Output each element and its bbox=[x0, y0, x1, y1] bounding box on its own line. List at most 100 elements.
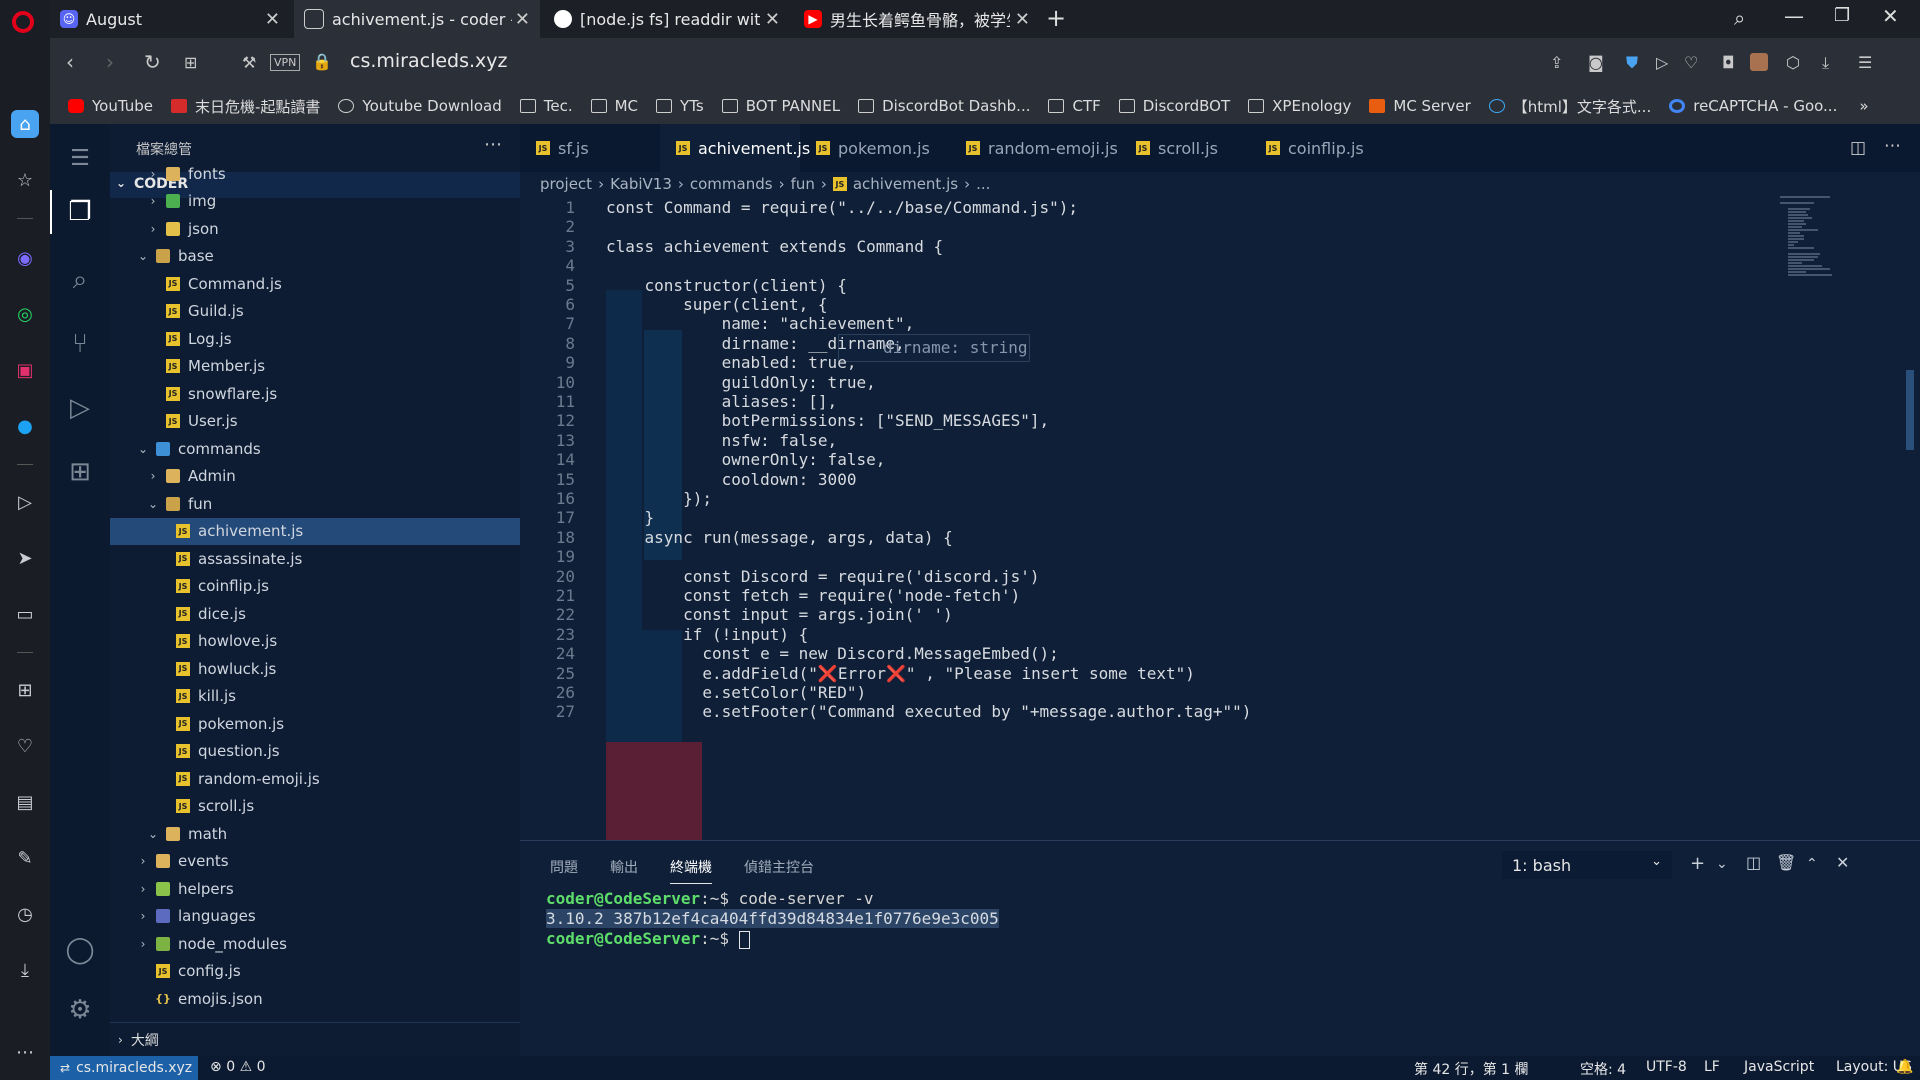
new-terminal-icon[interactable]: + bbox=[1690, 853, 1705, 874]
tree-item-admin[interactable]: › Admin bbox=[110, 463, 520, 490]
minimize-button[interactable]: — bbox=[1784, 4, 1804, 28]
tree-item-languages[interactable]: › languages bbox=[110, 903, 520, 930]
remote-indicator[interactable]: ⇄ cs.miracleds.xyz bbox=[50, 1056, 198, 1080]
more-actions-icon[interactable]: ⋯ bbox=[1884, 136, 1901, 156]
more-bookmarks-icon[interactable]: » bbox=[1859, 97, 1868, 115]
breadcrumb-item[interactable]: KabiV13 bbox=[610, 175, 672, 193]
heart-icon[interactable]: ♡ bbox=[1684, 53, 1698, 72]
minimap[interactable] bbox=[1780, 196, 1900, 286]
bookmark-folder-tec[interactable]: Tec. bbox=[519, 97, 573, 115]
tree-item-fonts[interactable]: › fonts bbox=[110, 160, 520, 187]
tree-item-member-js[interactable]: JS Member.js bbox=[110, 353, 520, 380]
menu-icon[interactable]: ☰ bbox=[62, 140, 98, 176]
editor-tab-sf[interactable]: JS sf.js bbox=[520, 124, 660, 172]
bookmark-folder-bot-pannel[interactable]: BOT PANNEL bbox=[721, 97, 840, 115]
send-icon[interactable]: ➤ bbox=[11, 544, 39, 572]
cursor-position[interactable]: 第 42 行，第 1 欄 bbox=[1414, 1059, 1529, 1079]
back-icon[interactable]: ‹ bbox=[66, 50, 74, 74]
problems-indicator[interactable]: ⊗ 0 ⚠ 0 bbox=[210, 1059, 266, 1075]
tree-item-fun[interactable]: ⌄ fun bbox=[110, 490, 520, 517]
restore-button[interactable]: ❐ bbox=[1834, 5, 1850, 26]
breadcrumb-item[interactable]: ... bbox=[976, 175, 990, 193]
tree-item-coinflip-js[interactable]: JS coinflip.js bbox=[110, 573, 520, 600]
code-editor[interactable]: 1 const Command = require("../../base/Com… bbox=[520, 196, 1920, 840]
bookmark-youtube-download[interactable]: Youtube Download bbox=[338, 97, 502, 115]
bookmark-mc-server[interactable]: MC Server bbox=[1369, 97, 1471, 115]
tree-item-achivement-js[interactable]: JS achivement.js bbox=[110, 517, 520, 545]
player-icon[interactable]: ▷ bbox=[11, 488, 39, 516]
tree-item-events[interactable]: › events bbox=[110, 848, 520, 875]
gear-icon[interactable]: ⚙ bbox=[62, 992, 98, 1028]
explorer-icon[interactable]: ❐ bbox=[62, 194, 98, 230]
shield-icon[interactable]: ⛊ bbox=[1626, 53, 1638, 73]
tree-item-pokemon-js[interactable]: JS pokemon.js bbox=[110, 710, 520, 737]
whatsapp-icon[interactable]: ◎ bbox=[11, 300, 39, 328]
tab-search-icon[interactable]: ⌕ bbox=[1734, 6, 1745, 30]
url-field[interactable]: cs.miracleds.xyz bbox=[350, 50, 508, 72]
language-mode[interactable]: JavaScript bbox=[1744, 1059, 1814, 1075]
tools-icon[interactable]: ⚒ bbox=[242, 53, 256, 72]
tab-terminal[interactable]: 終端機 bbox=[670, 857, 712, 884]
tab-output[interactable]: 輸出 bbox=[610, 857, 638, 877]
tree-item-user-js[interactable]: JS User.js bbox=[110, 408, 520, 435]
eol[interactable]: LF bbox=[1704, 1059, 1720, 1075]
more-icon[interactable]: ⋯ bbox=[11, 1038, 39, 1066]
trash-icon[interactable]: 🗑 bbox=[1776, 853, 1796, 872]
encoding[interactable]: UTF-8 bbox=[1646, 1059, 1687, 1075]
new-tab-button[interactable]: + bbox=[1046, 4, 1066, 32]
breadcrumb-item[interactable]: fun bbox=[791, 175, 815, 193]
tree-item-random-emoji-js[interactable]: JS random-emoji.js bbox=[110, 765, 520, 792]
more-actions-icon[interactable]: ⋯ bbox=[484, 134, 502, 155]
close-icon[interactable]: ✕ bbox=[765, 9, 780, 30]
scrollbar-thumb[interactable] bbox=[1906, 370, 1914, 450]
tree-item-howlove-js[interactable]: JS howlove.js bbox=[110, 628, 520, 655]
chevron-down-icon[interactable]: ⌄ bbox=[1716, 856, 1728, 872]
tab-problems[interactable]: 問題 bbox=[550, 857, 578, 877]
messenger-icon[interactable]: ◉ bbox=[11, 244, 39, 272]
maximize-panel-icon[interactable]: ⌃ bbox=[1806, 856, 1818, 872]
home-icon[interactable]: ⌂ bbox=[11, 110, 39, 138]
tree-item-json[interactable]: › json bbox=[110, 215, 520, 242]
editor-tab-random-emoji[interactable]: JS random-emoji.js bbox=[950, 124, 1120, 172]
tree-item-config-js[interactable]: JS config.js bbox=[110, 958, 520, 985]
reload-icon[interactable]: ↻ bbox=[144, 50, 161, 74]
close-icon[interactable]: ✕ bbox=[265, 9, 280, 30]
source-control-icon[interactable]: ⑂ bbox=[62, 326, 98, 362]
bookmark-qidian[interactable]: 末日危機-起點讀書 bbox=[171, 96, 320, 117]
opera-logo-icon[interactable] bbox=[12, 11, 34, 33]
editor-tab-scroll[interactable]: JS scroll.js bbox=[1120, 124, 1250, 172]
split-terminal-icon[interactable]: ◫ bbox=[1746, 853, 1761, 872]
tree-item-snowflare-js[interactable]: JS snowflare.js bbox=[110, 380, 520, 407]
tree-item-howluck-js[interactable]: JS howluck.js bbox=[110, 655, 520, 682]
news-icon[interactable]: ▤ bbox=[11, 788, 39, 816]
tree-item-helpers[interactable]: › helpers bbox=[110, 875, 520, 902]
editor-tab-coinflip[interactable]: JS coinflip.js bbox=[1250, 124, 1390, 172]
browser-tab-github[interactable]: [node.js fs] readdir with fi ✕ bbox=[544, 0, 790, 38]
extensions-icon[interactable]: ⊞ bbox=[62, 454, 98, 490]
close-panel-icon[interactable]: ✕ bbox=[1836, 853, 1849, 872]
browser-tab-youtube[interactable]: ▶ 男生长着鳄鱼骨骼，被学生 ✕ bbox=[794, 0, 1040, 38]
close-icon[interactable]: ✕ bbox=[1015, 9, 1030, 30]
vpn-badge[interactable]: VPN bbox=[270, 54, 301, 71]
bookmark-folder-yts[interactable]: YTs bbox=[656, 97, 704, 115]
downloads-icon[interactable]: ⤓ bbox=[11, 956, 39, 984]
bookmark-folder-discordbot[interactable]: DiscordBOT bbox=[1118, 97, 1230, 115]
terminal-line[interactable]: coder@CodeServer:~$ bbox=[546, 929, 750, 949]
share-icon[interactable]: ⇪ bbox=[1550, 53, 1563, 72]
bookmark-folder-ctf[interactable]: CTF bbox=[1048, 97, 1101, 115]
instagram-icon[interactable]: ▣ bbox=[11, 356, 39, 384]
tree-item-guild-js[interactable]: JS Guild.js bbox=[110, 298, 520, 325]
avatar[interactable] bbox=[1750, 53, 1768, 71]
heart-icon[interactable]: ♡ bbox=[11, 732, 39, 760]
tree-item-command-js[interactable]: JS Command.js bbox=[110, 270, 520, 297]
edit-icon[interactable]: ✎ bbox=[11, 844, 39, 872]
camera-icon[interactable]: ◙ bbox=[1588, 53, 1604, 72]
tabs-grid-icon[interactable]: ⊞ bbox=[184, 53, 197, 72]
tree-item-dice-js[interactable]: JS dice.js bbox=[110, 600, 520, 627]
bookmark-folder-discordbot-dashb[interactable]: DiscordBot Dashb... bbox=[858, 97, 1030, 115]
bookmark-youtube[interactable]: YouTube bbox=[68, 97, 153, 115]
tree-item-log-js[interactable]: JS Log.js bbox=[110, 325, 520, 352]
outline-section-header[interactable]: › 大綱 bbox=[110, 1022, 520, 1057]
tree-item-img[interactable]: › img bbox=[110, 188, 520, 215]
cube-icon[interactable]: ⬡ bbox=[1786, 53, 1800, 72]
